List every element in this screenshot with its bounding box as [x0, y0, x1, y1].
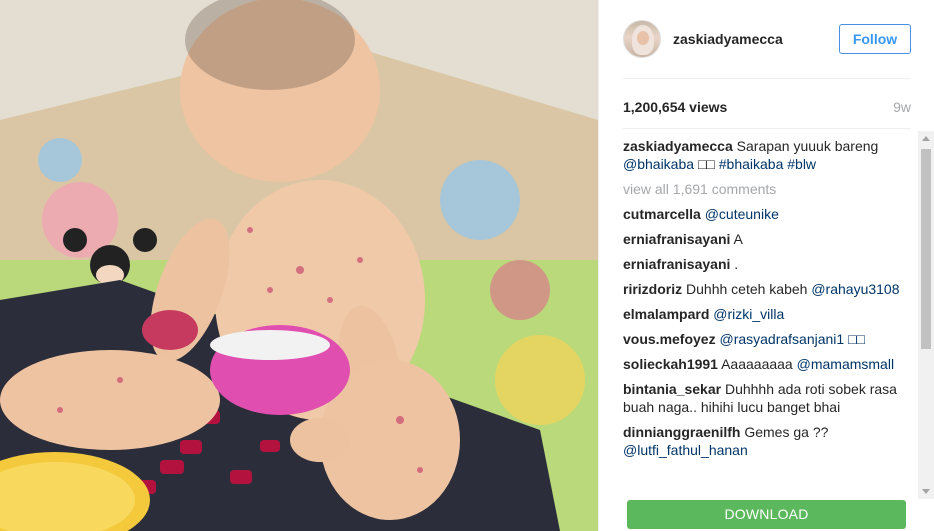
comment-username[interactable]: elmalampard: [623, 306, 709, 322]
caption-mention[interactable]: @bhaikaba: [623, 156, 694, 172]
view-count: 1,200,654 views: [623, 99, 728, 115]
comment-username[interactable]: cutmarcella: [623, 206, 701, 222]
photo-illustration: [0, 0, 598, 531]
divider: [623, 78, 911, 79]
post-header: zaskiadyamecca Follow: [599, 0, 934, 78]
scroll-up-icon[interactable]: [922, 136, 930, 141]
list-item: cutmarcella @cuteunike: [623, 205, 915, 223]
comment-text: Gemes ga ??: [744, 424, 829, 440]
view-all-comments-link[interactable]: view all 1,691 comments: [623, 180, 915, 198]
comment-username[interactable]: solieckah1991: [623, 356, 718, 372]
comment-text: .: [734, 256, 739, 272]
list-item: bintania_sekar Duhhhh ada roti sobek ras…: [623, 380, 915, 416]
avatar-face: [637, 31, 649, 45]
header-username[interactable]: zaskiadyamecca: [673, 31, 783, 47]
download-button[interactable]: DOWNLOAD: [627, 500, 906, 529]
list-item: erniafranisayani A: [623, 230, 915, 248]
list-item: erniafranisayani .: [623, 255, 915, 273]
comments-list: zaskiadyamecca Sarapan yuuuk bareng @bha…: [623, 137, 915, 497]
comments-scrollbar[interactable]: [918, 131, 934, 499]
comment-mention[interactable]: @cuteunike: [705, 206, 779, 222]
caption-emoji: □□: [697, 156, 715, 172]
comment-mention[interactable]: @rizki_villa: [713, 306, 784, 322]
scrollbar-thumb[interactable]: [921, 149, 931, 349]
comment-text: Duhhh ceteh kabeh: [686, 281, 808, 297]
list-item: dinnianggraenilfh Gemes ga ?? @lutfi_fat…: [623, 423, 915, 459]
post-info-panel: zaskiadyamecca Follow 1,200,654 views 9w…: [598, 0, 934, 531]
post-photo: [0, 0, 598, 531]
list-item: vous.mefoyez @rasyadrafsanjani1 □□: [623, 330, 915, 348]
comment-mention[interactable]: @lutfi_fathul_hanan: [623, 442, 748, 458]
avatar[interactable]: [623, 20, 661, 58]
comment-username[interactable]: erniafranisayani: [623, 231, 730, 247]
comment-username[interactable]: ririzdoriz: [623, 281, 682, 297]
comment-mention[interactable]: @rahayu3108: [811, 281, 899, 297]
caption-tags[interactable]: #bhaikaba #blw: [719, 156, 816, 172]
comment-username[interactable]: erniafranisayani: [623, 256, 730, 272]
scroll-down-icon[interactable]: [922, 489, 930, 494]
caption-username[interactable]: zaskiadyamecca: [623, 138, 733, 154]
list-item: ririzdoriz Duhhh ceteh kabeh @rahayu3108: [623, 280, 915, 298]
divider: [623, 128, 911, 129]
follow-button[interactable]: Follow: [839, 24, 911, 54]
comment-mention[interactable]: @mamamsmall: [797, 356, 894, 372]
post-stats: 1,200,654 views 9w: [623, 99, 911, 119]
comment-username[interactable]: bintania_sekar: [623, 381, 721, 397]
post-age[interactable]: 9w: [893, 99, 911, 115]
comment-username[interactable]: dinnianggraenilfh: [623, 424, 740, 440]
comment-text: Aaaaaaaaa: [721, 356, 793, 372]
comment-mention[interactable]: @rasyadrafsanjani1 □□: [719, 331, 865, 347]
comment-username[interactable]: vous.mefoyez: [623, 331, 716, 347]
comment-text: A: [733, 231, 743, 247]
list-item: solieckah1991 Aaaaaaaaa @mamamsmall: [623, 355, 915, 373]
list-item: elmalampard @rizki_villa: [623, 305, 915, 323]
caption: zaskiadyamecca Sarapan yuuuk bareng @bha…: [623, 137, 915, 173]
caption-text: Sarapan yuuuk bareng: [736, 138, 879, 154]
